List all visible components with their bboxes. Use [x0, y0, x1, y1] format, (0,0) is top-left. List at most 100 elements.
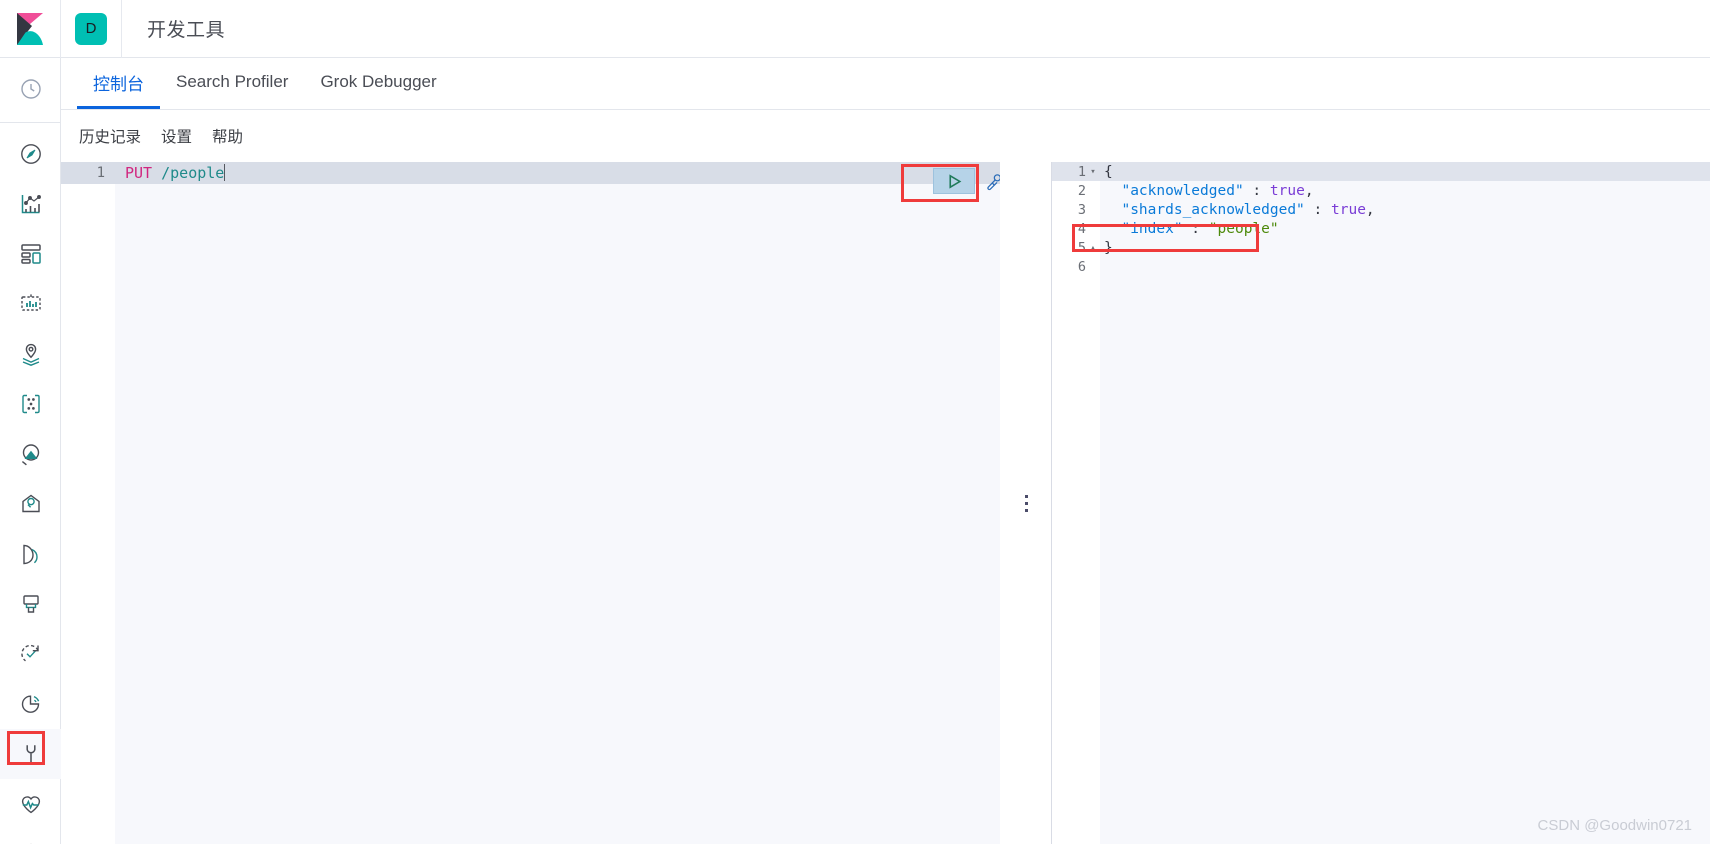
json-punctuation-token: {	[1104, 163, 1113, 180]
sidebar-item-dashboard[interactable]	[0, 229, 61, 279]
response-line: 1 ▾ {	[1052, 162, 1710, 181]
tab-bar: 控制台 Search Profiler Grok Debugger	[61, 58, 1710, 110]
response-line-content: "index" : "people"	[1100, 220, 1279, 237]
json-punctuation-token: :	[1182, 220, 1209, 237]
submenu-history-label: 历史记录	[79, 129, 142, 146]
sidebar-item-canvas[interactable]	[0, 279, 61, 329]
sidebar-item-machine-learning[interactable]	[0, 429, 61, 479]
send-request-button[interactable]	[933, 168, 975, 194]
sidebar-item-discover[interactable]	[0, 129, 61, 179]
wrench-icon	[25, 745, 36, 764]
kibana-home-link[interactable]	[0, 0, 61, 58]
dashboard-icon	[20, 244, 41, 264]
editor-line-1[interactable]: 1 PUT /people	[61, 162, 1000, 184]
play-triangle-icon	[948, 173, 961, 189]
wrench-tools-icon	[986, 173, 1000, 190]
console-body: 1 PUT /people 1 ▾ {2 "acknowledged": t…	[61, 162, 1710, 844]
main-content: 控制台 Search Profiler Grok Debugger 历史记录 设…	[61, 58, 1710, 844]
tab-search-profiler-label: Search Profiler	[176, 72, 289, 91]
tab-grok-debugger[interactable]: Grok Debugger	[304, 58, 452, 109]
response-line: 6	[1052, 257, 1710, 276]
json-boolean-token: true	[1269, 182, 1305, 199]
machine-learning-icon	[21, 444, 39, 466]
sidebar-item-uptime[interactable]	[0, 629, 61, 679]
response-line-number: 1	[1077, 163, 1086, 180]
sidebar-item-apm[interactable]	[0, 579, 61, 629]
sidebar-item-dev-tools[interactable]	[0, 729, 61, 779]
submenu-item-settings[interactable]: 设置	[161, 125, 192, 147]
kibana-logo-svg	[17, 12, 43, 45]
uptime-icon	[20, 644, 39, 662]
response-line-number: 5	[1077, 239, 1086, 256]
editor-action-buttons	[901, 164, 1000, 202]
response-viewer[interactable]: 1 ▾ { 2 "acknowledged" : true, 3 "shards…	[1052, 162, 1710, 844]
response-line: 2 "acknowledged" : true,	[1052, 181, 1710, 200]
response-line: 5 ▴ }	[1052, 238, 1710, 257]
infrastructure-icon	[21, 494, 40, 513]
response-line-content: }	[1100, 240, 1113, 256]
open-documentation-button[interactable]	[983, 170, 1000, 192]
sidebar-item-recent[interactable]	[0, 64, 61, 114]
response-line-number: 3	[1077, 201, 1086, 218]
json-punctuation-token: :	[1243, 182, 1270, 199]
space-badge: D	[75, 12, 107, 45]
json-key-token: "index"	[1104, 220, 1183, 237]
canvas-icon	[20, 294, 41, 311]
response-line-content: {	[1100, 164, 1113, 180]
primary-navigation-rail	[0, 58, 61, 844]
editor-line-number: 1	[96, 165, 105, 181]
sidebar-item-stack-monitoring[interactable]	[0, 779, 61, 829]
sidebar-item-infrastructure[interactable]	[0, 479, 61, 529]
editor-gutter-background	[61, 162, 115, 844]
response-line-content: "shards_acknowledged" : true,	[1100, 201, 1375, 218]
resizer-grip-icon	[1024, 494, 1028, 512]
tab-grok-debugger-label: Grok Debugger	[320, 72, 437, 91]
space-avatar-button[interactable]: D	[61, 0, 122, 58]
response-line: 4 "index" : "people"	[1052, 219, 1710, 238]
response-line-content: "acknowledged" : true,	[1100, 182, 1314, 199]
sidebar-item-monitoring-pie[interactable]	[0, 679, 61, 729]
page-title: 开发工具	[147, 20, 226, 41]
sidebar-item-visualize[interactable]	[0, 179, 61, 229]
pane-resizer[interactable]	[1000, 162, 1052, 844]
logs-icon	[22, 544, 38, 565]
json-key-token: "acknowledged"	[1104, 182, 1244, 199]
response-line-number: 2	[1077, 182, 1086, 199]
sidebar-item-logs[interactable]	[0, 529, 61, 579]
request-editor[interactable]: 1 PUT /people	[61, 162, 1000, 844]
code-fold-toggle-icon[interactable]: ▾	[1086, 167, 1100, 177]
json-key-token: "shards_acknowledged"	[1104, 201, 1305, 218]
tab-console-label: 控制台	[93, 74, 144, 94]
kibana-logo-icon	[15, 12, 45, 45]
tab-search-profiler[interactable]: Search Profiler	[160, 58, 304, 109]
text-caret	[224, 164, 226, 181]
apm-icon	[22, 595, 39, 613]
clock-icon	[20, 79, 41, 99]
console-submenu: 历史记录 设置 帮助	[61, 110, 1710, 162]
submenu-item-help[interactable]: 帮助	[212, 125, 243, 147]
tab-console[interactable]: 控制台	[77, 58, 160, 109]
json-punctuation-token: ,	[1365, 201, 1375, 218]
submenu-settings-label: 设置	[161, 129, 193, 146]
response-line-number: 4	[1077, 220, 1086, 237]
http-method-token: PUT	[125, 164, 153, 182]
json-boolean-token: true	[1331, 201, 1366, 218]
json-punctuation-token: }	[1104, 239, 1113, 256]
map-layers-icon	[22, 343, 39, 366]
bar-chart-icon	[21, 195, 41, 214]
heartbeat-icon	[21, 796, 40, 814]
request-path-token: /people	[152, 164, 225, 182]
submenu-help-label: 帮助	[212, 129, 244, 146]
monitor-signal-icon	[21, 695, 39, 713]
compass-icon	[20, 144, 41, 164]
code-fold-toggle-icon[interactable]: ▴	[1086, 243, 1100, 253]
sidebar-item-graph[interactable]	[0, 379, 61, 429]
json-string-token: "people"	[1208, 220, 1279, 237]
editor-line-content: PUT /people	[115, 164, 226, 182]
json-punctuation-token: :	[1304, 201, 1331, 218]
sidebar-item-maps[interactable]	[0, 329, 61, 379]
sidebar-item-management[interactable]	[0, 829, 61, 844]
submenu-item-history[interactable]: 历史记录	[79, 125, 141, 147]
json-punctuation-token: ,	[1304, 182, 1314, 199]
watermark-text: CSDN @Goodwin0721	[1537, 817, 1692, 834]
